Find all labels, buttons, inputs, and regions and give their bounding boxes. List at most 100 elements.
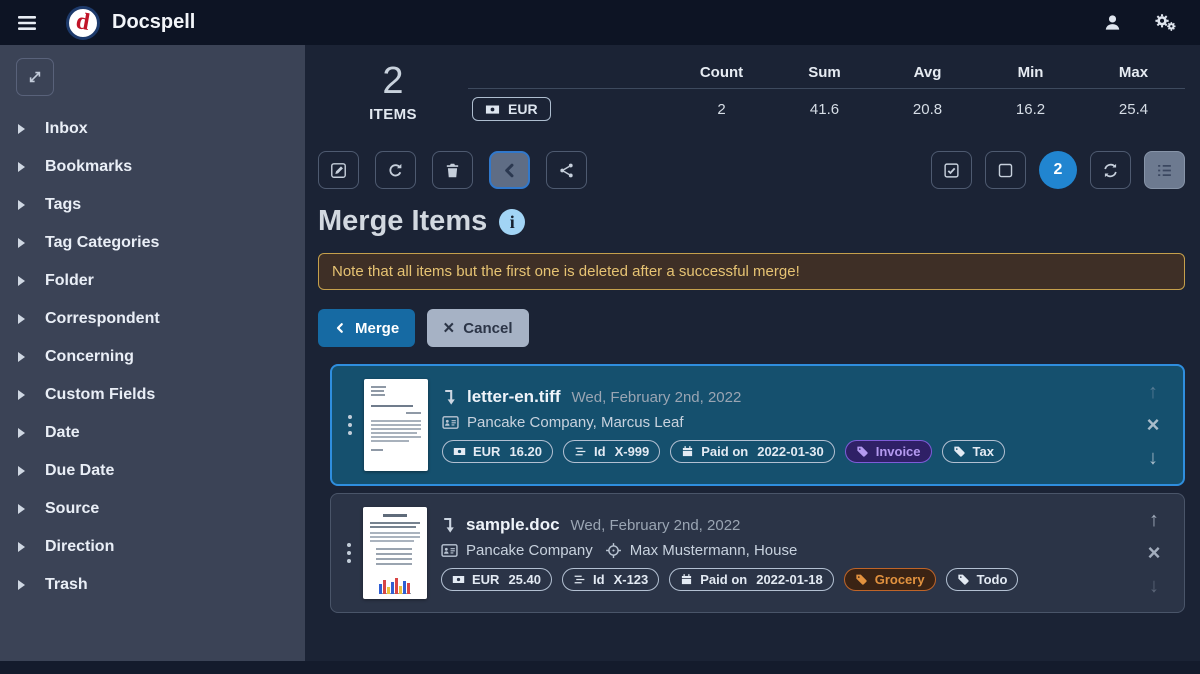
currency-badge: EUR — [472, 97, 551, 121]
stats-column-header: Min — [979, 64, 1082, 81]
hamburger-menu-icon[interactable] — [14, 12, 40, 34]
turn-down-arrow-icon — [442, 388, 458, 406]
tag-icon — [957, 573, 970, 586]
move-up-icon[interactable] — [1149, 510, 1159, 530]
sidebar-item-label: Custom Fields — [45, 386, 155, 404]
invert-selection-button[interactable] — [1090, 151, 1131, 189]
expand-icon — [27, 69, 43, 85]
amount-badge: EUR 16.20 — [442, 440, 553, 463]
sidebar-item[interactable]: Inbox — [0, 110, 305, 148]
remove-item-icon[interactable] — [1148, 542, 1161, 564]
selected-count-badge: 2 — [1039, 151, 1077, 189]
share-button[interactable] — [546, 151, 587, 189]
top-navbar: d Docspell — [0, 0, 1200, 45]
list-check-icon — [1156, 162, 1173, 179]
trash-icon — [444, 162, 461, 179]
sidebar-menu: Inbox Bookmarks Tags Tag Categor — [0, 110, 305, 604]
sidebar-item[interactable]: Tag Categories — [0, 224, 305, 262]
sidebar-item-label: Tags — [45, 196, 81, 214]
tag-icon — [856, 445, 869, 458]
sidebar-item[interactable]: Concerning — [0, 338, 305, 376]
item-correspondent: Pancake Company, Marcus Leaf — [467, 414, 684, 431]
sidebar-item[interactable]: Correspondent — [0, 300, 305, 338]
money-bill-icon — [452, 573, 465, 586]
settings-gears-icon[interactable] — [1152, 11, 1178, 34]
amount-value: 25.40 — [508, 572, 541, 587]
drag-handle[interactable] — [336, 415, 364, 435]
move-down-icon[interactable] — [1149, 576, 1159, 596]
caret-right-icon — [18, 200, 25, 210]
reload-button[interactable] — [375, 151, 416, 189]
user-icon[interactable] — [1101, 11, 1124, 34]
merge-item-list: letter-en.tiff Wed, February 2nd, 2022 — [330, 364, 1185, 613]
edit-items-button[interactable] — [318, 151, 359, 189]
caret-right-icon — [18, 390, 25, 400]
info-icon[interactable] — [499, 209, 525, 235]
stats-section: 2 ITEMS Count Sum Avg Min — [318, 57, 1185, 129]
stats-value: 2 — [670, 101, 773, 118]
merge-warning-note: Note that all items but the first one is… — [318, 253, 1185, 290]
item-concerning: Max Mustermann, House — [630, 542, 798, 559]
list-view-button[interactable] — [1144, 151, 1185, 189]
id-value: X-999 — [615, 444, 650, 459]
sidebar-item-label: Source — [45, 500, 99, 518]
amount-value: 16.20 — [509, 444, 542, 459]
sidebar-item[interactable]: Date — [0, 414, 305, 452]
sidebar-item[interactable]: Source — [0, 490, 305, 528]
caret-right-icon — [18, 466, 25, 476]
id-badge: Id X-999 — [563, 440, 660, 463]
turn-down-arrow-icon — [441, 516, 457, 534]
merge-item-card-2[interactable]: sample.doc Wed, February 2nd, 2022 — [330, 493, 1185, 613]
drag-handle[interactable] — [335, 543, 363, 563]
sidebar-item-label: Date — [45, 424, 80, 442]
sidebar-item[interactable]: Custom Fields — [0, 376, 305, 414]
sidebar-item[interactable]: Due Date — [0, 452, 305, 490]
amount-currency: EUR — [472, 572, 499, 587]
sidebar-item[interactable]: Direction — [0, 528, 305, 566]
tag-label: Grocery — [875, 572, 925, 587]
sidebar-item[interactable]: Bookmarks — [0, 148, 305, 186]
sidebar-item[interactable]: Trash — [0, 566, 305, 604]
caret-right-icon — [18, 124, 25, 134]
item-date: Wed, February 2nd, 2022 — [572, 389, 742, 406]
currency-label: EUR — [508, 101, 538, 117]
caret-right-icon — [18, 276, 25, 286]
square-icon — [997, 162, 1014, 179]
money-bill-icon — [453, 445, 466, 458]
sidebar-item-label: Inbox — [45, 120, 88, 138]
caret-right-icon — [18, 504, 25, 514]
merge-items-button[interactable] — [489, 151, 530, 189]
stats-value: 41.6 — [773, 101, 876, 118]
sidebar-item-label: Correspondent — [45, 310, 160, 328]
tag-label: Invoice — [876, 444, 921, 459]
expand-sidebar-button[interactable] — [16, 58, 54, 96]
select-all-button[interactable] — [931, 151, 972, 189]
move-down-icon[interactable] — [1148, 448, 1158, 468]
list-lines-icon — [573, 573, 586, 586]
merge-button[interactable]: Merge — [318, 309, 415, 347]
item-date: Wed, February 2nd, 2022 — [571, 517, 741, 534]
merge-item-card-1[interactable]: letter-en.tiff Wed, February 2nd, 2022 — [330, 364, 1185, 486]
delete-items-button[interactable] — [432, 151, 473, 189]
stats-value: 25.4 — [1082, 101, 1185, 118]
logo-letter: d — [75, 9, 92, 35]
sidebar-item[interactable]: Folder — [0, 262, 305, 300]
sidebar-item-label: Trash — [45, 576, 88, 594]
edit-pencil-icon — [330, 162, 347, 179]
deselect-all-button[interactable] — [985, 151, 1026, 189]
item-filename: letter-en.tiff — [467, 387, 561, 407]
footer-strip — [0, 661, 1200, 674]
paid-on-badge: Paid on 2022-01-30 — [670, 440, 834, 463]
sidebar-item-label: Due Date — [45, 462, 114, 480]
item-toolbar: 2 — [318, 151, 1185, 189]
cancel-button[interactable]: Cancel — [427, 309, 528, 347]
item-filename: sample.doc — [466, 515, 560, 535]
item-card-controls — [1133, 379, 1173, 471]
tag-label: Todo — [977, 572, 1008, 587]
app-title: Docspell — [112, 11, 195, 34]
remove-item-icon[interactable] — [1147, 414, 1160, 436]
stats-value: 20.8 — [876, 101, 979, 118]
sidebar-item[interactable]: Tags — [0, 186, 305, 224]
move-up-icon[interactable] — [1148, 382, 1158, 402]
x-icon — [443, 319, 454, 338]
